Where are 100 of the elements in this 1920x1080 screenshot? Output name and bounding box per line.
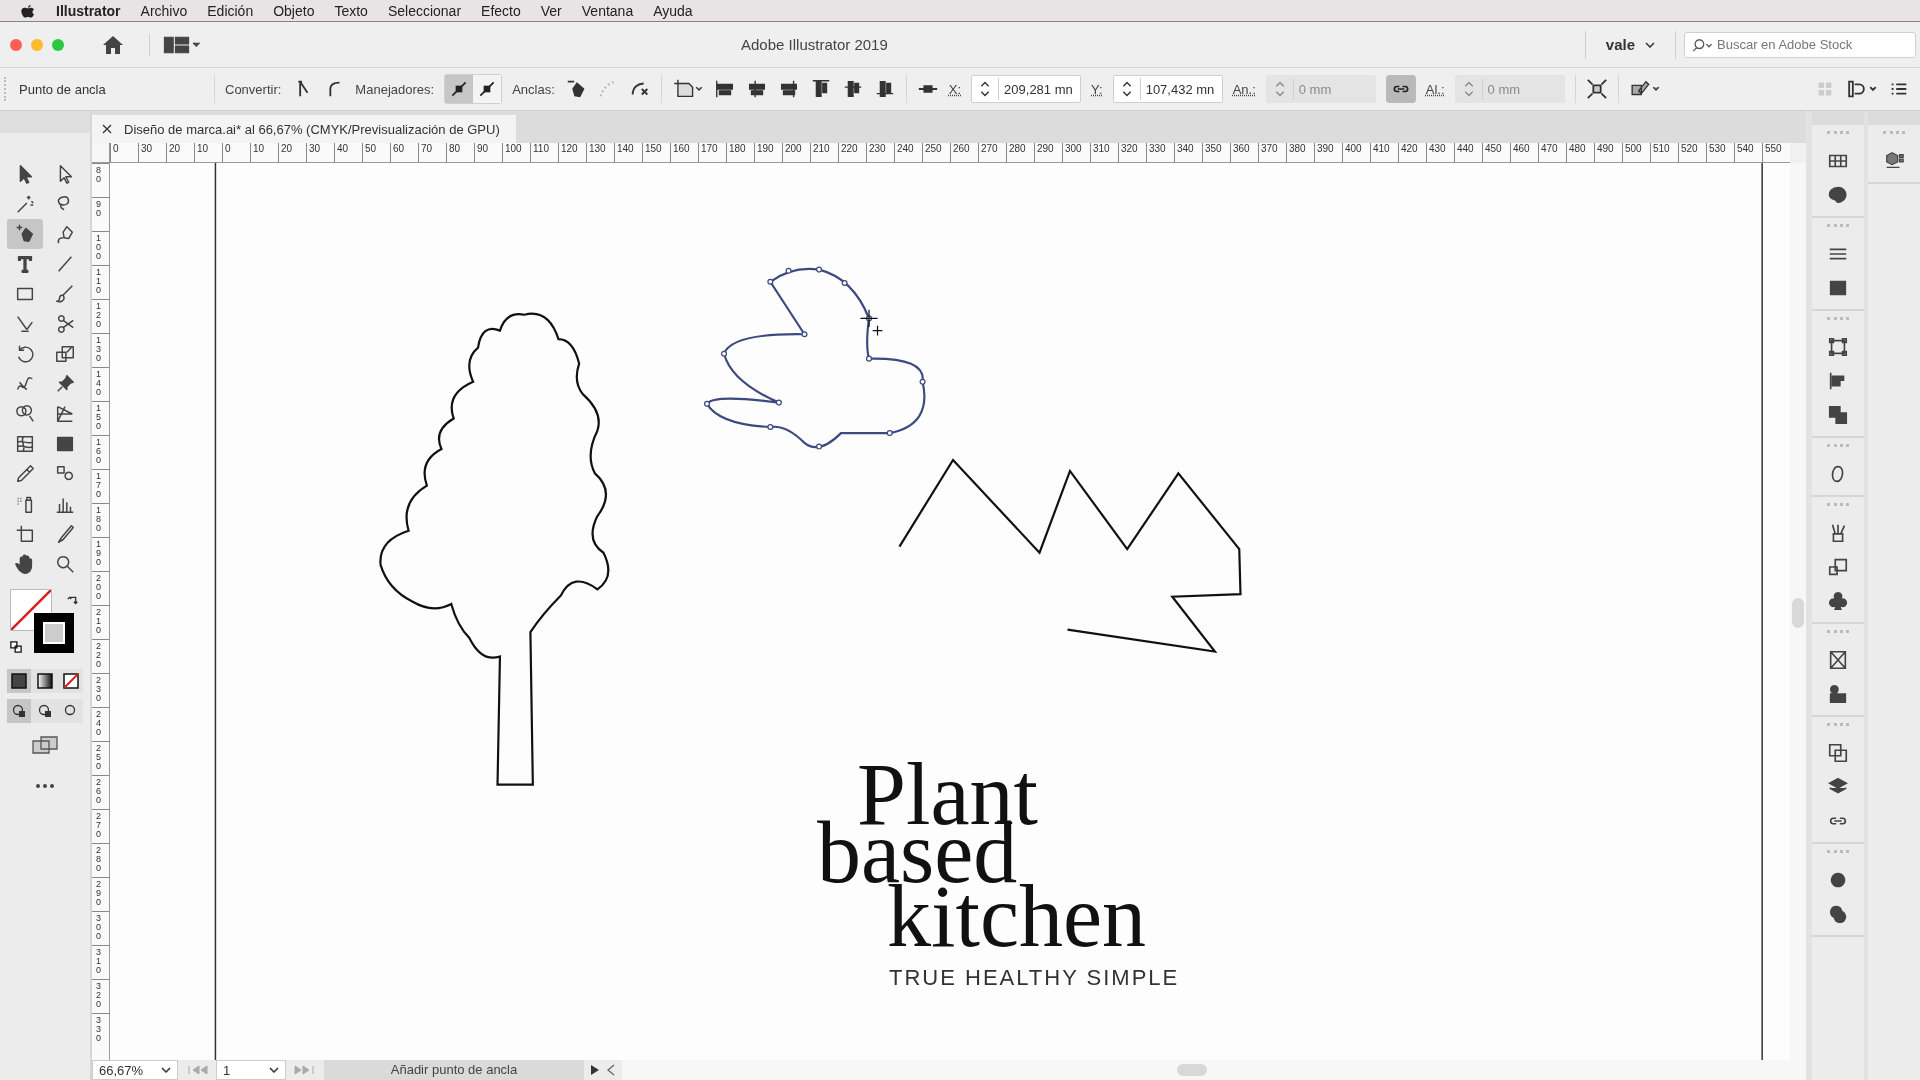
ruler-label: 110	[530, 143, 558, 162]
ruler-label: 120	[558, 143, 586, 162]
selected-path-drawing[interactable]	[703, 266, 926, 450]
ruler-label: 320	[96, 982, 102, 1009]
ruler-label: 120	[96, 302, 102, 329]
default-colors-icon[interactable]	[10, 641, 22, 653]
ruler-label: 160	[670, 143, 698, 162]
caret-icon[interactable]	[269, 1067, 279, 1073]
y-field[interactable]: 107,432 mn	[1112, 75, 1223, 103]
ruler-label: 50	[362, 143, 390, 162]
close-window-icon[interactable]	[10, 38, 22, 51]
scroll-left-icon[interactable]	[606, 1064, 616, 1076]
fill-stroke-swatches[interactable]	[10, 589, 74, 653]
ruler-label: 150	[96, 404, 102, 431]
ruler-label: 290	[96, 880, 102, 907]
ruler-label: 70	[418, 143, 446, 162]
scroll-thumb[interactable]	[1177, 1064, 1207, 1076]
solid-color-icon[interactable]	[7, 669, 31, 693]
show-handles-button[interactable]	[445, 75, 474, 103]
ruler-label: 100	[502, 143, 530, 162]
app-title: Adobe Illustrator 2019	[740, 36, 889, 53]
ruler-label: 490	[1594, 143, 1622, 162]
draw-normal-icon[interactable]	[7, 699, 31, 723]
ruler-label: 420	[1398, 143, 1426, 162]
ruler-label: 430	[1426, 143, 1454, 162]
ruler-label: 190	[96, 540, 102, 567]
caret-icon[interactable]	[161, 1067, 171, 1073]
ruler-label: 80	[446, 143, 474, 162]
ruler-label: 250	[922, 143, 950, 162]
close-icon[interactable]	[102, 124, 112, 134]
zoom-field[interactable]: 66,67%	[92, 1060, 178, 1080]
handles-label: Manejadores:	[355, 81, 435, 97]
ruler-label: 510	[1650, 143, 1678, 162]
ruler-label: 310	[96, 948, 102, 975]
menu-item[interactable]: Archivo	[140, 2, 188, 19]
more-tools-icon[interactable]	[35, 783, 55, 789]
palette-icon[interactable]	[1827, 184, 1849, 206]
menu-item[interactable]: Ventana	[581, 2, 634, 19]
document-tab[interactable]: Diseño de marca.ai* al 66,67% (CMYK/Previsualización de GPU)	[92, 115, 516, 143]
menu-item[interactable]: Efecto	[481, 2, 521, 19]
overlap-circles-icon[interactable]	[1827, 903, 1849, 925]
menu-item[interactable]: Texto	[334, 2, 368, 19]
ruler-label: 260	[96, 778, 102, 805]
image-frame-icon[interactable]	[1827, 649, 1849, 671]
isolate-icon[interactable]	[1585, 78, 1608, 100]
ruler-label: 280	[1006, 143, 1034, 162]
ruler-label: 80	[96, 166, 102, 184]
screen-mode-icon[interactable]	[31, 735, 59, 755]
selection-type-label: Punto de ancla	[19, 81, 107, 97]
constrain-link-button[interactable]	[1385, 75, 1416, 103]
ruler-label: 90	[474, 143, 502, 162]
ruler-label: 270	[978, 143, 1006, 162]
width-label: An.:	[1232, 81, 1256, 97]
ruler-label: 20	[166, 143, 194, 162]
slash-icon	[11, 590, 51, 630]
ruler-label: 20	[278, 143, 306, 162]
swap-arrow-icon[interactable]	[66, 593, 80, 607]
ruler-label: 380	[1286, 143, 1314, 162]
play-icon[interactable]	[590, 1064, 600, 1076]
club-icon[interactable]	[1827, 590, 1849, 612]
bounding-box-icon[interactable]	[1827, 336, 1849, 358]
ruler-label: 260	[950, 143, 978, 162]
ruler-label: 220	[96, 642, 102, 669]
x-field[interactable]: 209,281 mn	[971, 75, 1082, 103]
hide-handles-button[interactable]	[473, 75, 502, 103]
menu-item[interactable]: Objeto	[273, 2, 315, 19]
ruler-label: 130	[586, 143, 614, 162]
horizontal-align-icon[interactable]	[713, 78, 736, 100]
ruler-label: 340	[1174, 143, 1202, 162]
transform-dropdown-icon[interactable]	[671, 78, 704, 100]
ruler-label: 330	[1146, 143, 1174, 162]
ruler-label: 390	[1314, 143, 1342, 162]
nested-squares-icon[interactable]	[1827, 556, 1849, 578]
ruler-label: 300	[1062, 143, 1090, 162]
ruler-label: 10	[250, 143, 278, 162]
menu-item[interactable]: Ayuda	[653, 2, 693, 19]
artboard-number-field[interactable]: 1	[216, 1060, 286, 1080]
ruler-label: 230	[866, 143, 894, 162]
menu-item[interactable]: Ver	[540, 2, 562, 19]
menu-item[interactable]: Seleccionar	[387, 2, 462, 19]
ruler-label: 460	[1510, 143, 1538, 162]
ruler-label: 400	[1342, 143, 1370, 162]
ruler-label: 540	[1734, 143, 1762, 162]
ruler-label: 210	[96, 608, 102, 635]
workspace-dropdown[interactable]: vale	[1584, 30, 1676, 59]
scroll-thumb[interactable]	[1792, 598, 1804, 628]
pen-plus-icon[interactable]	[7, 219, 43, 249]
anchors-label: Anclas:	[512, 81, 555, 97]
ruler-label: 180	[726, 143, 754, 162]
stacked-frames-icon[interactable]	[1827, 742, 1849, 764]
menu-app-name[interactable]: Illustrator	[56, 2, 121, 19]
ruler-label: 90	[96, 200, 102, 218]
ruler-label: 530	[1706, 143, 1734, 162]
panel-dropdown-icon[interactable]	[1846, 78, 1878, 100]
ruler-label: 190	[754, 143, 782, 162]
ruler-label: 500	[1622, 143, 1650, 162]
menu-item[interactable]: Edición	[207, 2, 254, 19]
ruler-label: 0	[110, 143, 138, 162]
overlap-squares-icon[interactable]	[1827, 404, 1849, 426]
stock-search-field[interactable]: Buscar en Adobe Stock	[1684, 31, 1916, 58]
